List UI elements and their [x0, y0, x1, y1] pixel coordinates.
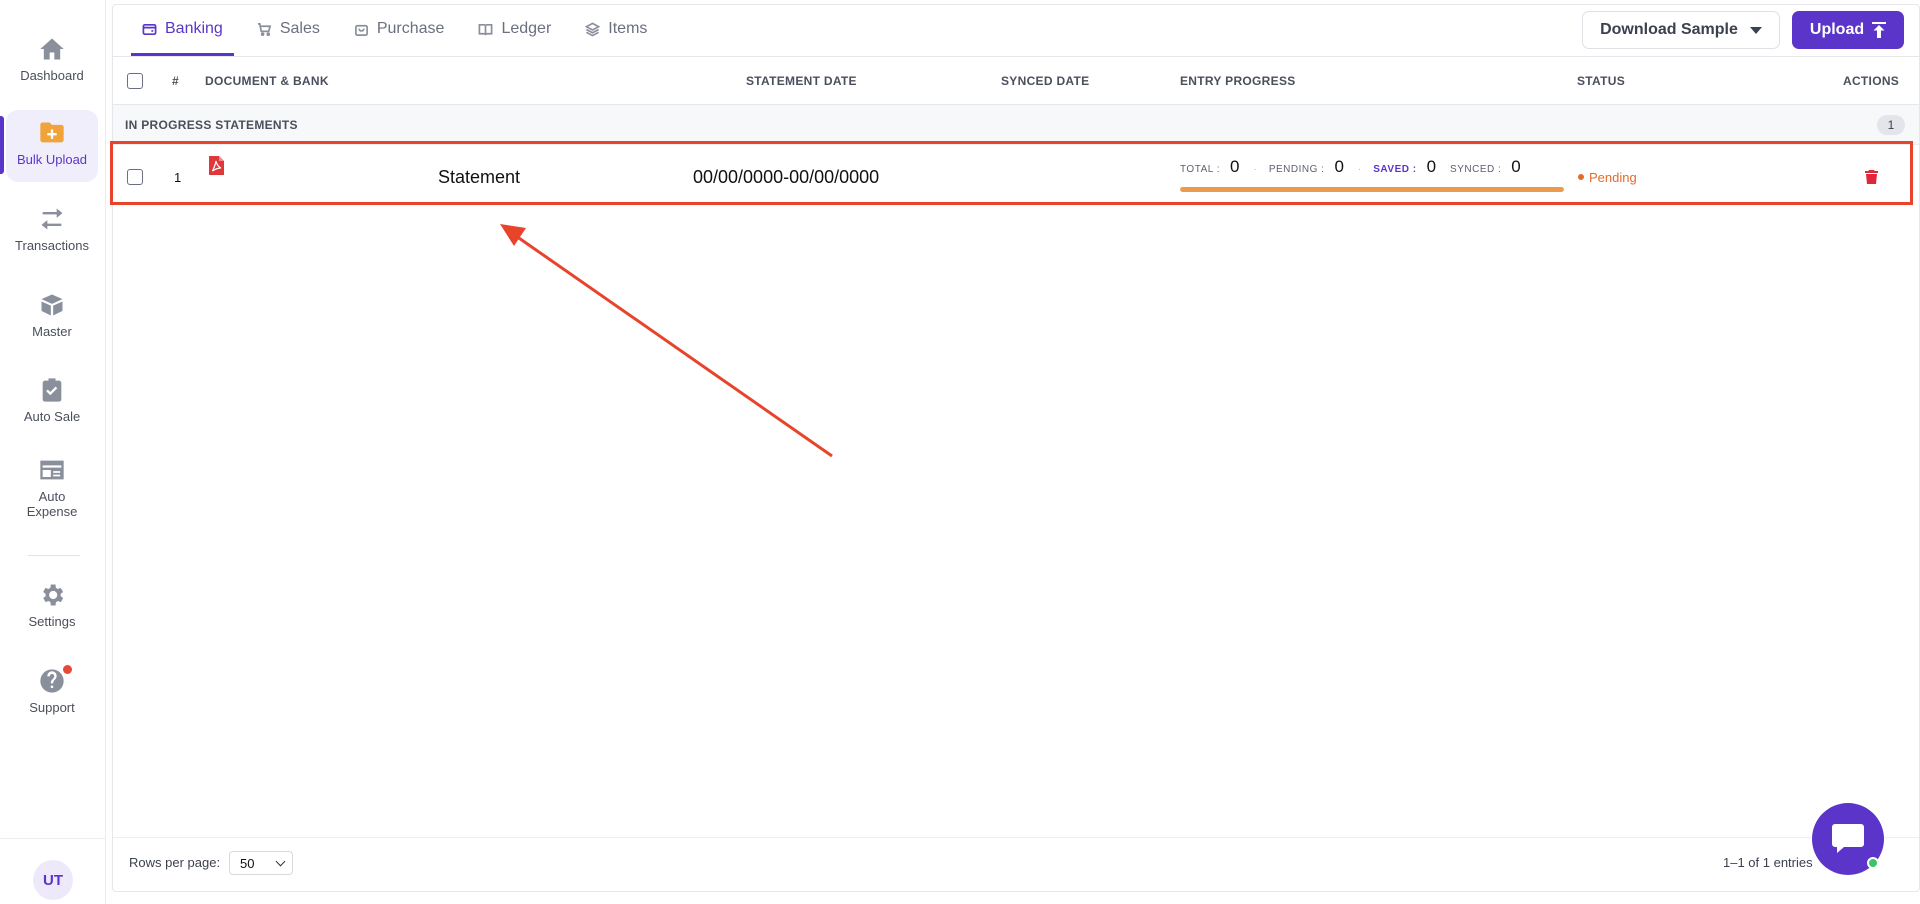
sidebar-item-auto-expense[interactable]: Auto Expense — [6, 455, 98, 527]
id-card-icon — [37, 455, 67, 485]
column-header-entry-progress: ENTRY PROGRESS — [1180, 74, 1296, 88]
tab-label: Ledger — [501, 20, 552, 37]
column-header-actions: ACTIONS — [1843, 74, 1900, 88]
rows-per-page-value: 50 — [240, 855, 255, 871]
cart-icon — [257, 22, 272, 36]
table-header: # DOCUMENT & BANK STATEMENT DATE SYNCED … — [113, 57, 1919, 105]
tab-ledger[interactable]: Ledger — [467, 5, 562, 56]
tab-label: Banking — [165, 20, 223, 37]
tab-items[interactable]: Items — [574, 5, 658, 56]
sidebar-item-label: Dashboard — [20, 68, 84, 83]
wallet-icon — [142, 23, 157, 35]
clipboard-check-icon — [37, 375, 67, 405]
column-header-statement-date: STATEMENT DATE — [746, 74, 857, 88]
sidebar-item-label: Transactions — [15, 238, 89, 253]
sidebar-item-auto-sale[interactable]: Auto Sale — [6, 375, 98, 431]
main-panel: Banking Sales Purchase Ledger Items Down… — [112, 4, 1920, 892]
sidebar: Dashboard Bulk Upload Transactions Maste… — [0, 0, 106, 904]
sidebar-item-support[interactable]: Support — [6, 666, 98, 722]
sidebar-item-label: Auto Expense — [26, 489, 78, 519]
sidebar-item-settings[interactable]: Settings — [6, 580, 98, 636]
sidebar-item-label: Bulk Upload — [16, 152, 88, 167]
home-icon — [37, 34, 67, 64]
column-header-document: DOCUMENT & BANK — [205, 74, 329, 88]
annotation-highlight-box — [110, 141, 1913, 205]
column-header-number: # — [172, 74, 179, 88]
rows-per-page-select[interactable]: 50 — [229, 851, 293, 875]
sidebar-divider — [28, 555, 80, 556]
avatar[interactable]: UT — [33, 860, 73, 900]
select-all-checkbox[interactable] — [127, 73, 143, 89]
caret-down-icon — [1749, 26, 1762, 34]
chevron-down-icon — [275, 856, 286, 867]
chat-icon — [1832, 824, 1864, 853]
tab-sales[interactable]: Sales — [246, 5, 331, 56]
rows-per-page-label: Rows per page: — [129, 854, 221, 870]
gear-icon — [37, 580, 67, 610]
sidebar-item-label: Auto Sale — [23, 409, 81, 424]
tab-banking[interactable]: Banking — [131, 5, 234, 56]
active-indicator — [0, 116, 4, 174]
download-sample-label: Download Sample — [1600, 21, 1738, 38]
tab-label: Purchase — [376, 20, 445, 37]
folder-plus-icon — [37, 118, 67, 148]
sidebar-item-dashboard[interactable]: Dashboard — [6, 34, 98, 90]
sidebar-item-master[interactable]: Master — [6, 290, 98, 346]
upload-button[interactable]: Upload — [1792, 11, 1904, 49]
sidebar-divider — [0, 838, 106, 839]
sidebar-item-bulk-upload[interactable]: Bulk Upload — [6, 110, 98, 182]
sidebar-item-transactions[interactable]: Transactions — [6, 204, 98, 260]
sidebar-item-label: Master — [32, 324, 72, 339]
pagination-info: 1–1 of 1 entries — [1723, 854, 1813, 870]
column-header-status: STATUS — [1577, 74, 1626, 88]
group-count-badge: 1 — [1877, 115, 1905, 135]
column-header-synced-date: SYNCED DATE — [1001, 74, 1090, 88]
group-row: IN PROGRESS STATEMENTS 1 — [113, 105, 1919, 145]
select-all-cell — [127, 57, 143, 105]
book-icon — [479, 23, 493, 35]
tab-label: Sales — [279, 20, 320, 37]
download-sample-button[interactable]: Download Sample — [1582, 11, 1780, 49]
divider — [113, 837, 1919, 838]
arrows-swap-icon — [37, 204, 67, 234]
box-icon — [37, 290, 67, 320]
bag-icon — [354, 24, 368, 36]
layers-icon — [585, 21, 601, 37]
upload-label: Upload — [1809, 21, 1865, 38]
sidebar-item-label: Support — [29, 700, 75, 715]
online-status-dot — [1867, 857, 1879, 869]
tab-purchase[interactable]: Purchase — [343, 5, 456, 56]
tab-label: Items — [608, 20, 648, 37]
notification-dot — [63, 665, 72, 674]
tab-bar: Banking Sales Purchase Ledger Items — [131, 5, 670, 56]
sidebar-item-label: Settings — [28, 614, 76, 629]
upload-icon — [1872, 22, 1887, 38]
